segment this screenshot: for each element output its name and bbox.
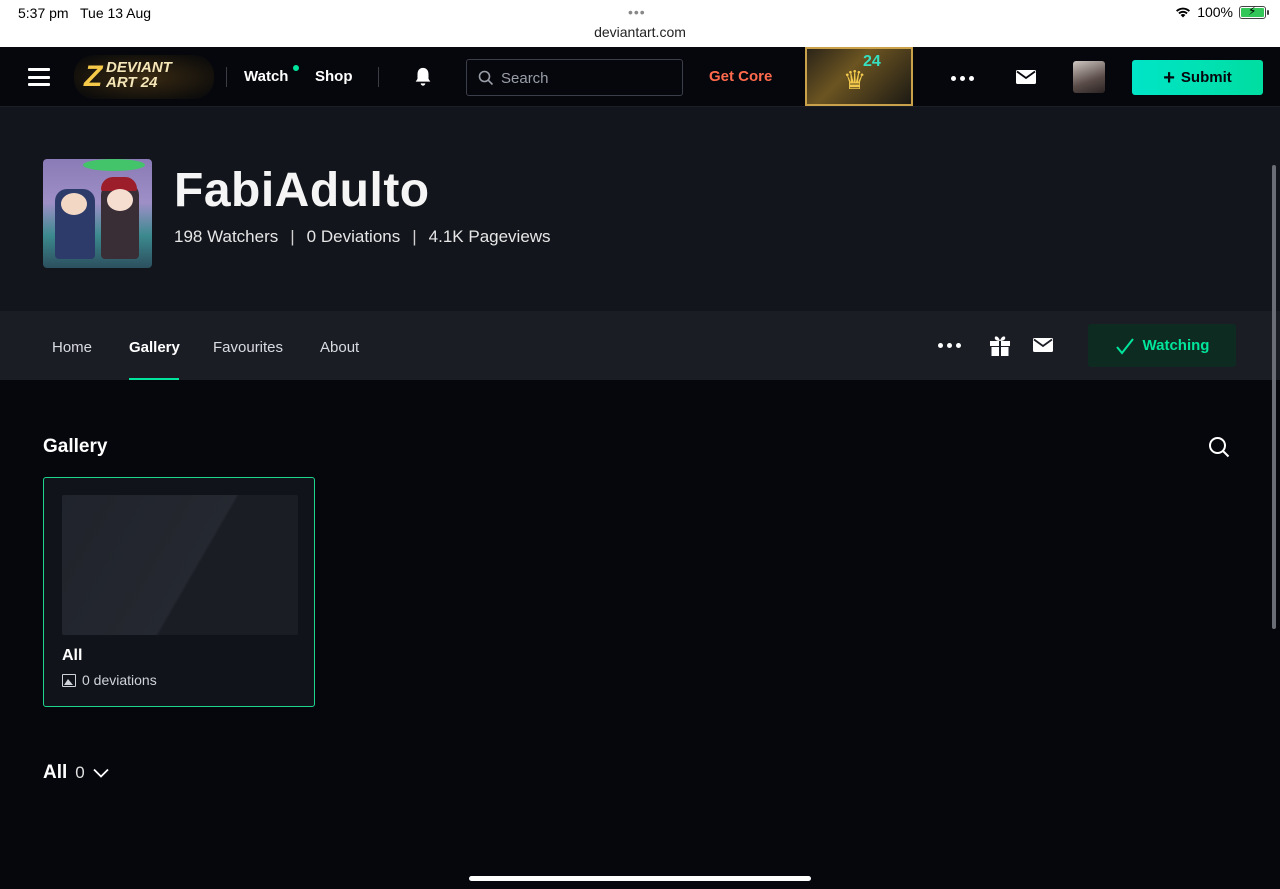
browser-menu-dots-icon[interactable]: ••• — [628, 4, 646, 20]
deviations-count: 0 Deviations — [306, 227, 401, 246]
chevron-down-icon — [93, 768, 109, 778]
battery-percent: 100% — [1197, 4, 1233, 20]
watch-link[interactable]: Watch — [244, 68, 288, 85]
pageviews-count: 4.1K Pageviews — [428, 227, 551, 246]
status-date: Tue 13 Aug — [80, 5, 152, 21]
get-core-link[interactable]: Get Core — [709, 68, 772, 85]
profile-username: FabiAdulto — [174, 164, 430, 217]
divider — [378, 67, 379, 87]
status-time: 5:37 pm — [18, 5, 69, 21]
profile-more-options-icon[interactable] — [938, 343, 961, 348]
logo-line-2: ART 24 — [106, 74, 158, 91]
tab-favourites[interactable]: Favourites — [213, 339, 283, 356]
gift-icon[interactable] — [989, 335, 1011, 356]
more-options-icon[interactable] — [951, 76, 974, 81]
profile-avatar[interactable] — [43, 159, 152, 268]
gallery-section-title: Gallery — [43, 436, 108, 457]
folder-filter-dropdown[interactable]: All 0 — [43, 762, 109, 784]
folder-name: All — [62, 647, 83, 664]
profile-header: FabiAdulto 198 Watchers | 0 Deviations |… — [0, 107, 1280, 311]
search-icon — [478, 70, 494, 86]
logo-text: DEVIANT ART 24 — [106, 60, 172, 90]
search-input[interactable] — [501, 67, 671, 89]
deviantart-logo[interactable]: Z DEVIANT ART 24 — [74, 55, 214, 99]
watching-label: Watching — [1142, 337, 1210, 354]
notifications-bell-icon[interactable] — [412, 66, 434, 88]
folder-count-label: 0 deviations — [82, 672, 157, 688]
folder-thumbnail — [62, 495, 298, 635]
profile-stats: 198 Watchers | 0 Deviations | 4.1K Pagev… — [174, 227, 551, 247]
checkmark-icon — [1115, 337, 1134, 355]
logo-line-1: DEVIANT — [106, 59, 172, 76]
address-bar-url[interactable]: deviantart.com — [0, 24, 1280, 40]
gallery-folder-all[interactable]: All 0 deviations — [43, 477, 315, 707]
filter-count: 0 — [75, 763, 85, 782]
status-bar: 5:37 pm Tue 13 Aug ••• deviantart.com 10… — [0, 0, 1280, 47]
active-tab-indicator — [129, 378, 179, 380]
folder-count: 0 deviations — [62, 672, 157, 688]
divider — [226, 67, 227, 87]
watching-button[interactable]: Watching — [1088, 324, 1236, 367]
wifi-icon — [1176, 7, 1191, 18]
crown-icon: ♛ — [843, 65, 867, 95]
home-indicator[interactable] — [469, 876, 811, 881]
image-icon — [62, 673, 76, 687]
gallery-search-icon[interactable] — [1208, 436, 1230, 458]
shop-link[interactable]: Shop — [315, 68, 353, 85]
search-box[interactable] — [466, 59, 683, 96]
da24-promo-banner[interactable]: 24 ♛ — [805, 47, 913, 106]
watch-notification-dot — [293, 65, 299, 71]
user-avatar[interactable] — [1073, 61, 1105, 93]
watchers-count[interactable]: 198 Watchers — [174, 227, 278, 247]
profile-tab-bar: Home Gallery Favourites About Watching — [0, 311, 1280, 380]
message-icon[interactable] — [1033, 338, 1053, 352]
stats-separator: | — [290, 227, 295, 246]
tab-home[interactable]: Home — [52, 339, 92, 356]
submit-button[interactable]: + Submit — [1132, 60, 1263, 95]
top-navigation: Z DEVIANT ART 24 Watch Shop Get Core 24 … — [0, 47, 1280, 107]
deviantart-logo-mark-icon: Z — [84, 60, 103, 93]
status-indicators: 100% ⚡ — [1175, 4, 1269, 20]
filter-label: All — [43, 762, 68, 783]
tab-gallery[interactable]: Gallery — [129, 339, 180, 356]
mail-icon[interactable] — [1016, 70, 1036, 84]
battery-icon: ⚡ — [1239, 4, 1269, 19]
stats-separator: | — [412, 227, 417, 246]
page-scrollbar[interactable] — [1272, 165, 1276, 629]
submit-label: Submit — [1180, 69, 1232, 86]
tab-about[interactable]: About — [320, 339, 359, 356]
plus-icon: + — [1163, 66, 1175, 89]
hamburger-menu-icon[interactable] — [28, 68, 50, 86]
